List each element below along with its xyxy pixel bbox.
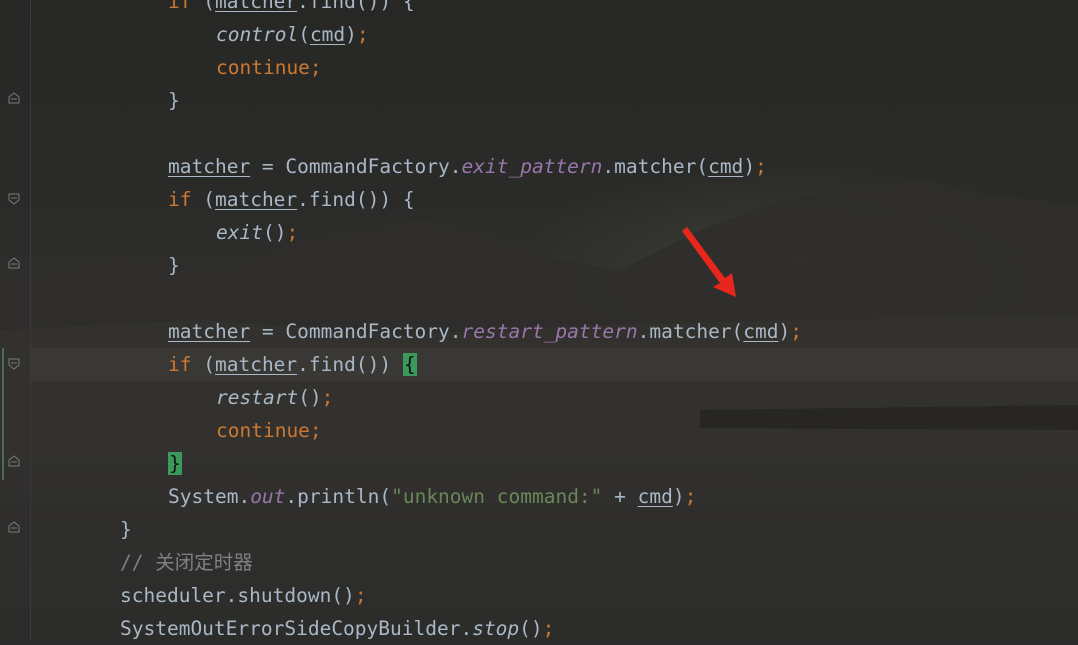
code-line[interactable]: continue; [216, 414, 322, 447]
code-token: = CommandFactory. [250, 320, 462, 343]
code-token: ( [203, 188, 215, 211]
code-line[interactable]: if (matcher.find()) { [168, 0, 415, 18]
code-token: ) [778, 320, 791, 343]
code-token: ( [298, 23, 310, 46]
code-token: () [262, 221, 287, 244]
code-token: scheduler.shutdown() [120, 584, 355, 607]
code-line[interactable]: scheduler.shutdown(); [120, 579, 367, 612]
fold-start-icon[interactable] [8, 358, 20, 370]
code-token: .println( [285, 485, 392, 508]
code-token: .find()) { [297, 188, 415, 211]
change-marker [2, 348, 4, 480]
code-line[interactable]: restart(); [216, 381, 333, 414]
code-token: continue; [216, 56, 322, 79]
code-token: if [168, 0, 204, 13]
code-token: ) [672, 485, 685, 508]
code-token: restart [216, 386, 299, 409]
code-token: cmd [637, 485, 673, 508]
code-line[interactable]: control(cmd); [216, 18, 369, 51]
code-line[interactable]: } [168, 447, 182, 480]
code-token: .find()) { [297, 0, 415, 13]
fold-end-icon[interactable] [8, 92, 20, 104]
code-token: { [402, 353, 417, 376]
code-token: cmd [708, 155, 744, 178]
code-token: ; [542, 617, 555, 640]
code-line[interactable]: if (matcher.find()) { [168, 348, 417, 381]
code-token: } [168, 254, 180, 277]
code-token: // 关闭定时器 [120, 551, 253, 574]
code-line[interactable]: exit(); [216, 216, 298, 249]
code-line[interactable]: System.out.println("unknown command:" + … [168, 480, 696, 513]
code-token: ( [203, 0, 215, 13]
code-token: cmd [743, 320, 779, 343]
code-line[interactable]: matcher = CommandFactory.exit_pattern.ma… [168, 150, 767, 183]
code-token: } [168, 89, 180, 112]
code-line[interactable]: // 关闭定时器 [120, 546, 253, 579]
code-token: "unknown command:" [391, 485, 603, 508]
fold-end-icon[interactable] [8, 521, 20, 533]
code-token: ; [356, 23, 369, 46]
code-token: out [250, 485, 286, 508]
code-token: } [120, 518, 132, 541]
code-token: if [168, 188, 204, 211]
code-token: System. [168, 485, 251, 508]
code-line[interactable]: } [168, 249, 180, 282]
code-token: ; [755, 155, 767, 178]
fold-end-icon[interactable] [8, 257, 20, 269]
code-token: () [519, 617, 543, 640]
code-token: stop [472, 617, 520, 640]
fold-end-icon[interactable] [8, 455, 20, 467]
code-token: exit_pattern [461, 155, 603, 178]
code-line[interactable]: SystemOutErrorSideCopyBuilder.stop(); [120, 612, 554, 645]
code-line[interactable]: } [120, 513, 132, 546]
code-token: cmd [309, 23, 346, 46]
fold-start-icon[interactable] [8, 193, 20, 205]
code-line[interactable]: matcher = CommandFactory.restart_pattern… [168, 315, 802, 348]
code-token: matcher [214, 188, 298, 211]
code-token: matcher [168, 155, 251, 178]
code-token: matcher [168, 320, 251, 343]
code-token: .find()) [297, 353, 403, 376]
code-token: ) [743, 155, 756, 178]
code-token: matcher [214, 353, 298, 376]
code-token: } [168, 452, 182, 475]
code-token: control [216, 23, 299, 46]
code-token: restart_pattern [461, 320, 638, 343]
code-token: continue; [216, 419, 322, 442]
code-token: SystemOutErrorSideCopyBuilder. [120, 617, 473, 640]
code-token: = CommandFactory. [250, 155, 462, 178]
code-token: + [602, 485, 638, 508]
code-line[interactable]: if (matcher.find()) { [168, 183, 415, 216]
code-token: ; [286, 221, 299, 244]
code-line[interactable]: } [168, 84, 180, 117]
code-token: exit [216, 221, 263, 244]
code-token: .matcher( [602, 155, 709, 178]
code-token: ; [354, 584, 367, 607]
code-token: ; [684, 485, 697, 508]
code-token: matcher [214, 0, 298, 13]
code-token: .matcher( [637, 320, 744, 343]
code-token: ) [345, 23, 357, 46]
code-token: ( [203, 353, 215, 376]
code-line[interactable]: continue; [216, 51, 322, 84]
code-token: if [168, 353, 204, 376]
code-token: ; [321, 386, 334, 409]
code-token: () [298, 386, 322, 409]
code-token: ; [790, 320, 803, 343]
red-arrow-icon [682, 227, 736, 297]
